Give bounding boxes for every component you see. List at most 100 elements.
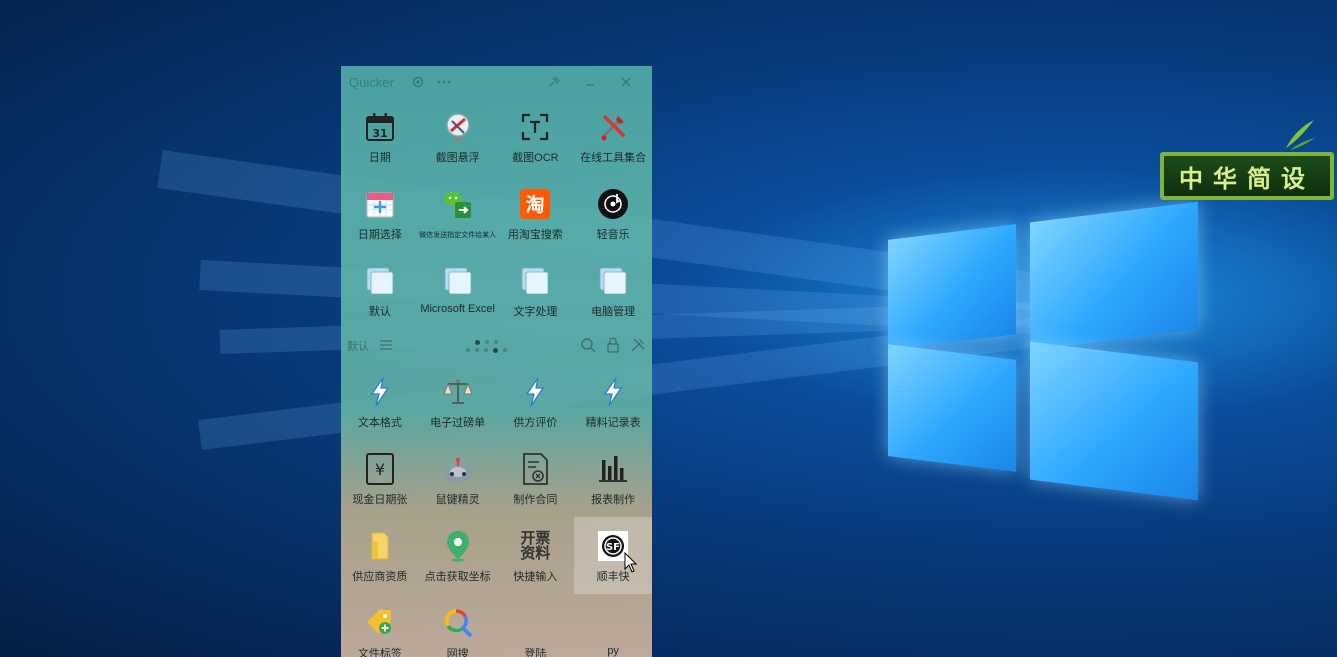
lightning-icon xyxy=(518,375,552,409)
action-label: 用淘宝搜索 xyxy=(507,229,563,241)
action-get-coordinates[interactable]: 点击获取坐标 xyxy=(419,517,497,594)
contract-icon xyxy=(518,452,552,486)
windows-logo-pane xyxy=(1030,201,1198,351)
action-label: 现金日期张 xyxy=(352,494,408,506)
taobao-icon: 淘 xyxy=(518,187,552,221)
screenshot-float-icon xyxy=(441,110,475,144)
action-wechat-file[interactable]: 微信发送指定文件给某人 xyxy=(419,175,497,252)
action-label: 轻音乐 xyxy=(596,229,630,241)
action-label: 快捷输入 xyxy=(513,571,558,583)
folder-default[interactable]: 默认 xyxy=(341,252,419,329)
wrench-icon[interactable] xyxy=(630,337,646,356)
action-label: 微信发送指定文件给某人 xyxy=(419,232,497,239)
stack-icon xyxy=(518,264,552,298)
folder-text-processing[interactable]: 文字处理 xyxy=(497,252,575,329)
folder-pc-management[interactable]: 电脑管理 xyxy=(574,252,652,329)
action-login[interactable]: 登陆 xyxy=(497,594,575,657)
quicker-panel: Quicker 31 日期 截图悬浮 截图OCR 在线工具集合 日期选择 微信发… xyxy=(341,66,652,657)
action-label: 登陆 xyxy=(524,648,547,657)
action-light-music[interactable]: 轻音乐 xyxy=(574,175,652,252)
empty-icon-slot xyxy=(596,606,630,640)
close-icon[interactable] xyxy=(618,74,634,90)
gear-icon[interactable] xyxy=(410,74,426,90)
action-online-tools[interactable]: 在线工具集合 xyxy=(574,98,652,175)
action-label: 网搜 xyxy=(446,648,469,657)
action-file-tag[interactable]: 文件标签 xyxy=(341,594,419,657)
action-sf-express[interactable]: SF 顺丰快 xyxy=(574,517,652,594)
action-supplier-eval[interactable]: 供方评价 xyxy=(497,363,575,440)
action-make-contract[interactable]: 制作合同 xyxy=(497,440,575,517)
section-divider: 默认 xyxy=(341,329,652,363)
pin-icon[interactable] xyxy=(546,74,562,90)
action-label: 在线工具集合 xyxy=(580,152,647,164)
action-label: py xyxy=(607,645,619,657)
bamboo-sign: 中华简设 xyxy=(1160,152,1334,200)
panel-title: Quicker xyxy=(349,74,394,90)
scale-icon xyxy=(441,375,475,409)
action-quick-input[interactable]: 开票 资料 快捷输入 xyxy=(497,517,575,594)
wechat-file-icon xyxy=(441,187,475,221)
action-py[interactable]: py xyxy=(574,594,652,657)
action-date-pick[interactable]: 日期选择 xyxy=(341,175,419,252)
invoice-text-icon: 开票 资料 xyxy=(518,529,552,563)
mouse-cursor-icon xyxy=(624,552,638,573)
action-report[interactable]: 报表制作 xyxy=(574,440,652,517)
action-label: 文字处理 xyxy=(513,306,558,318)
action-feed-record[interactable]: 精料记录表 xyxy=(574,363,652,440)
action-ocr[interactable]: 截图OCR xyxy=(497,98,575,175)
action-label: 精料记录表 xyxy=(585,417,641,429)
action-label: 截图OCR xyxy=(512,152,559,164)
yuan-bill-icon: ¥ xyxy=(363,452,397,486)
action-label: 制作合同 xyxy=(513,494,558,506)
action-label: 点击获取坐标 xyxy=(424,571,491,583)
more-dots-icon[interactable] xyxy=(436,74,452,90)
action-label: Microsoft Excel xyxy=(420,303,495,315)
lock-icon[interactable] xyxy=(606,336,620,356)
action-taobao[interactable]: 淘 用淘宝搜索 xyxy=(497,175,575,252)
tools-icon xyxy=(596,110,630,144)
action-label: 文件标签 xyxy=(357,648,402,657)
mouse-sprite-icon xyxy=(441,452,475,486)
action-label: 电子过磅单 xyxy=(430,417,486,429)
action-web-search[interactable]: 网搜 xyxy=(419,594,497,657)
calendar-pick-icon xyxy=(363,187,397,221)
invoice-icon-text: 开票 资料 xyxy=(520,530,551,562)
windows-logo-pane xyxy=(888,224,1016,350)
windows-logo-pane xyxy=(888,344,1016,472)
action-supplier-qualification[interactable]: 供应商资质 xyxy=(341,517,419,594)
action-cash-journal[interactable]: ¥ 现金日期张 xyxy=(341,440,419,517)
svg-text:¥: ¥ xyxy=(375,460,385,479)
action-label: 供应商资质 xyxy=(352,571,408,583)
action-label: 供方评价 xyxy=(513,417,558,429)
action-grid-bottom: 文本格式 电子过磅单 供方评价 精料记录表 ¥ 现金日期张 鼠键精灵 制作合同 … xyxy=(341,363,652,657)
panel-titlebar[interactable]: Quicker xyxy=(341,66,652,98)
action-mouse-sprite[interactable]: 鼠键精灵 xyxy=(419,440,497,517)
calendar-31-icon: 31 xyxy=(363,110,397,144)
stack-icon xyxy=(441,264,475,298)
page-dots[interactable] xyxy=(466,339,507,353)
stack-icon xyxy=(596,264,630,298)
sf-icon-text: SF xyxy=(606,542,620,553)
folder-icon xyxy=(363,529,397,563)
lightning-icon xyxy=(363,375,397,409)
svg-text:31: 31 xyxy=(372,127,387,140)
search-icon[interactable] xyxy=(580,337,596,356)
folder-microsoft-excel[interactable]: Microsoft Excel xyxy=(419,252,497,329)
google-search-icon xyxy=(441,606,475,640)
minimize-icon[interactable] xyxy=(582,74,598,90)
action-label: 截图悬浮 xyxy=(435,152,480,164)
action-grid-top: 31 日期 截图悬浮 截图OCR 在线工具集合 日期选择 微信发送指定文件给某人… xyxy=(341,98,652,329)
action-date[interactable]: 31 日期 xyxy=(341,98,419,175)
action-label: 日期选择 xyxy=(357,229,402,241)
action-text-format[interactable]: 文本格式 xyxy=(341,363,419,440)
section-label[interactable]: 默认 xyxy=(347,338,369,354)
action-label: 报表制作 xyxy=(591,494,636,506)
action-screenshot-float[interactable]: 截图悬浮 xyxy=(419,98,497,175)
menu-icon[interactable] xyxy=(379,339,393,354)
location-pin-icon xyxy=(441,529,475,563)
action-label: 日期 xyxy=(368,152,391,164)
action-e-weigh-bill[interactable]: 电子过磅单 xyxy=(419,363,497,440)
ocr-frame-icon xyxy=(518,110,552,144)
action-label: 默认 xyxy=(368,306,391,318)
svg-text:淘: 淘 xyxy=(526,193,545,216)
